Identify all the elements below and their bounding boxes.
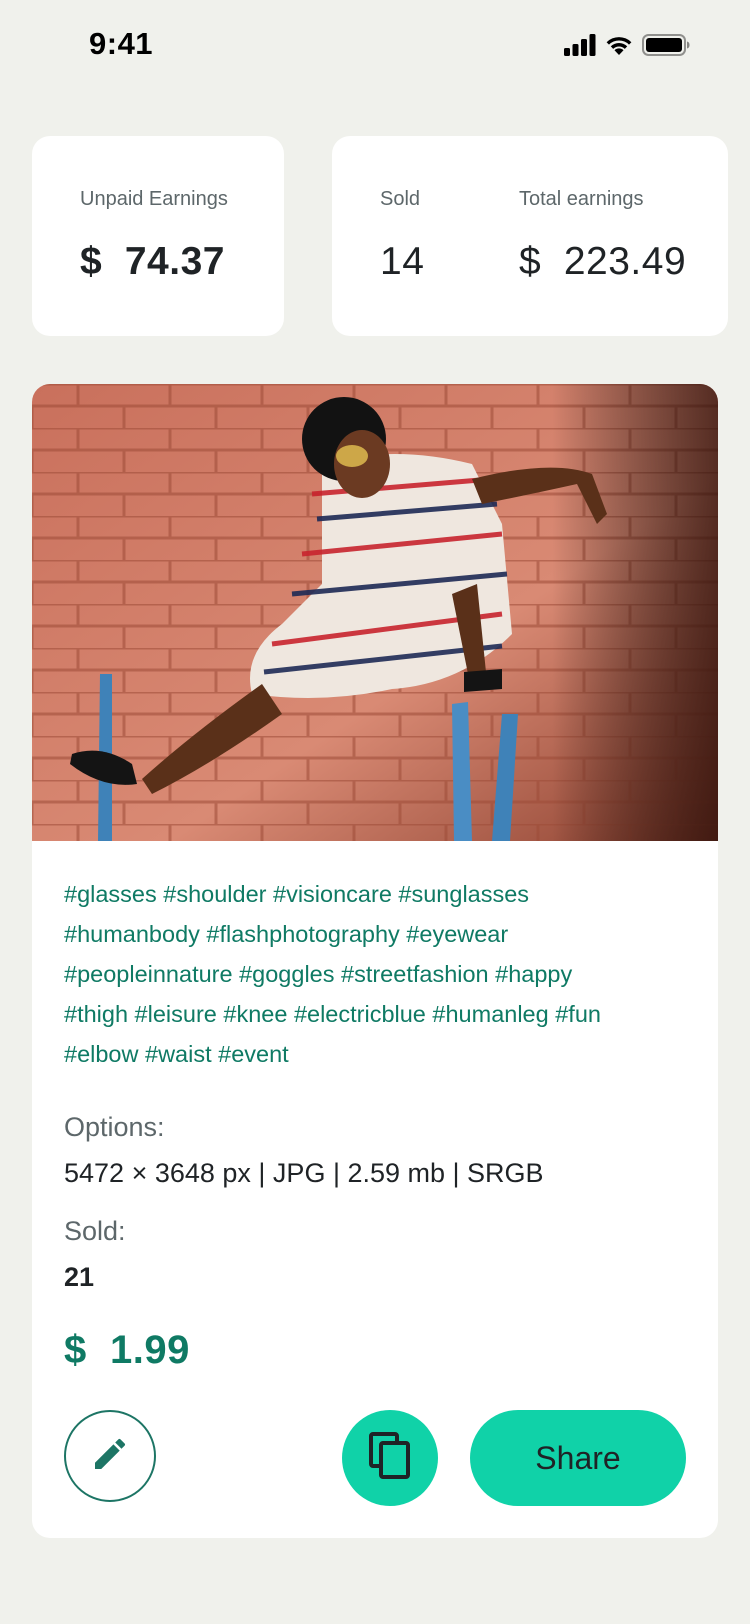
sold-label: Sold [380,188,421,210]
unpaid-earnings-label: Unpaid Earnings [80,188,228,210]
tag-line[interactable]: #thigh #leisure #knee #electricblue #hum… [64,994,694,1034]
product-photo[interactable] [32,384,718,841]
cellular-signal-icon [564,34,596,61]
status-time: 9:41 [89,26,154,61]
product-sold-label: Sold: [64,1216,126,1246]
copy-button[interactable] [342,1410,438,1506]
wifi-icon [604,34,634,61]
options-label: Options: [64,1112,165,1142]
tag-line[interactable]: #humanbody #flashphotography #eyewear [64,914,694,954]
status-icons [564,34,690,61]
edit-button[interactable] [64,1410,156,1502]
options-value: 5472 × 3648 px | JPG | 2.59 mb | SRGB [64,1158,544,1188]
screen: 9:41 Unpaid Earnings $ 74.37 Sold 14 Tot… [0,0,750,1624]
product-price: $ 1.99 [64,1328,190,1372]
battery-icon [642,34,690,61]
tag-line[interactable]: #glasses #shoulder #visioncare #sunglass… [64,874,694,914]
copy-icon [368,1431,412,1485]
unpaid-earnings-value: $ 74.37 [80,240,225,283]
total-earnings-label: Total earnings [519,188,644,210]
total-earnings-value: $ 223.49 [519,240,687,283]
unpaid-earnings-card: Unpaid Earnings $ 74.37 [32,136,284,336]
product-card: #glasses #shoulder #visioncare #sunglass… [32,384,718,1538]
sold-value: 14 [380,240,425,283]
product-sold-value: 21 [64,1262,95,1292]
sales-summary-card: Sold 14 Total earnings $ 223.49 [332,136,728,336]
tag-list: #glasses #shoulder #visioncare #sunglass… [64,874,694,1074]
pencil-icon [90,1434,130,1479]
tag-line[interactable]: #peopleinnature #goggles #streetfashion … [64,954,694,994]
tag-line[interactable]: #elbow #waist #event [64,1034,694,1074]
share-button[interactable]: Share [470,1410,686,1506]
status-bar: 9:41 [0,0,750,92]
